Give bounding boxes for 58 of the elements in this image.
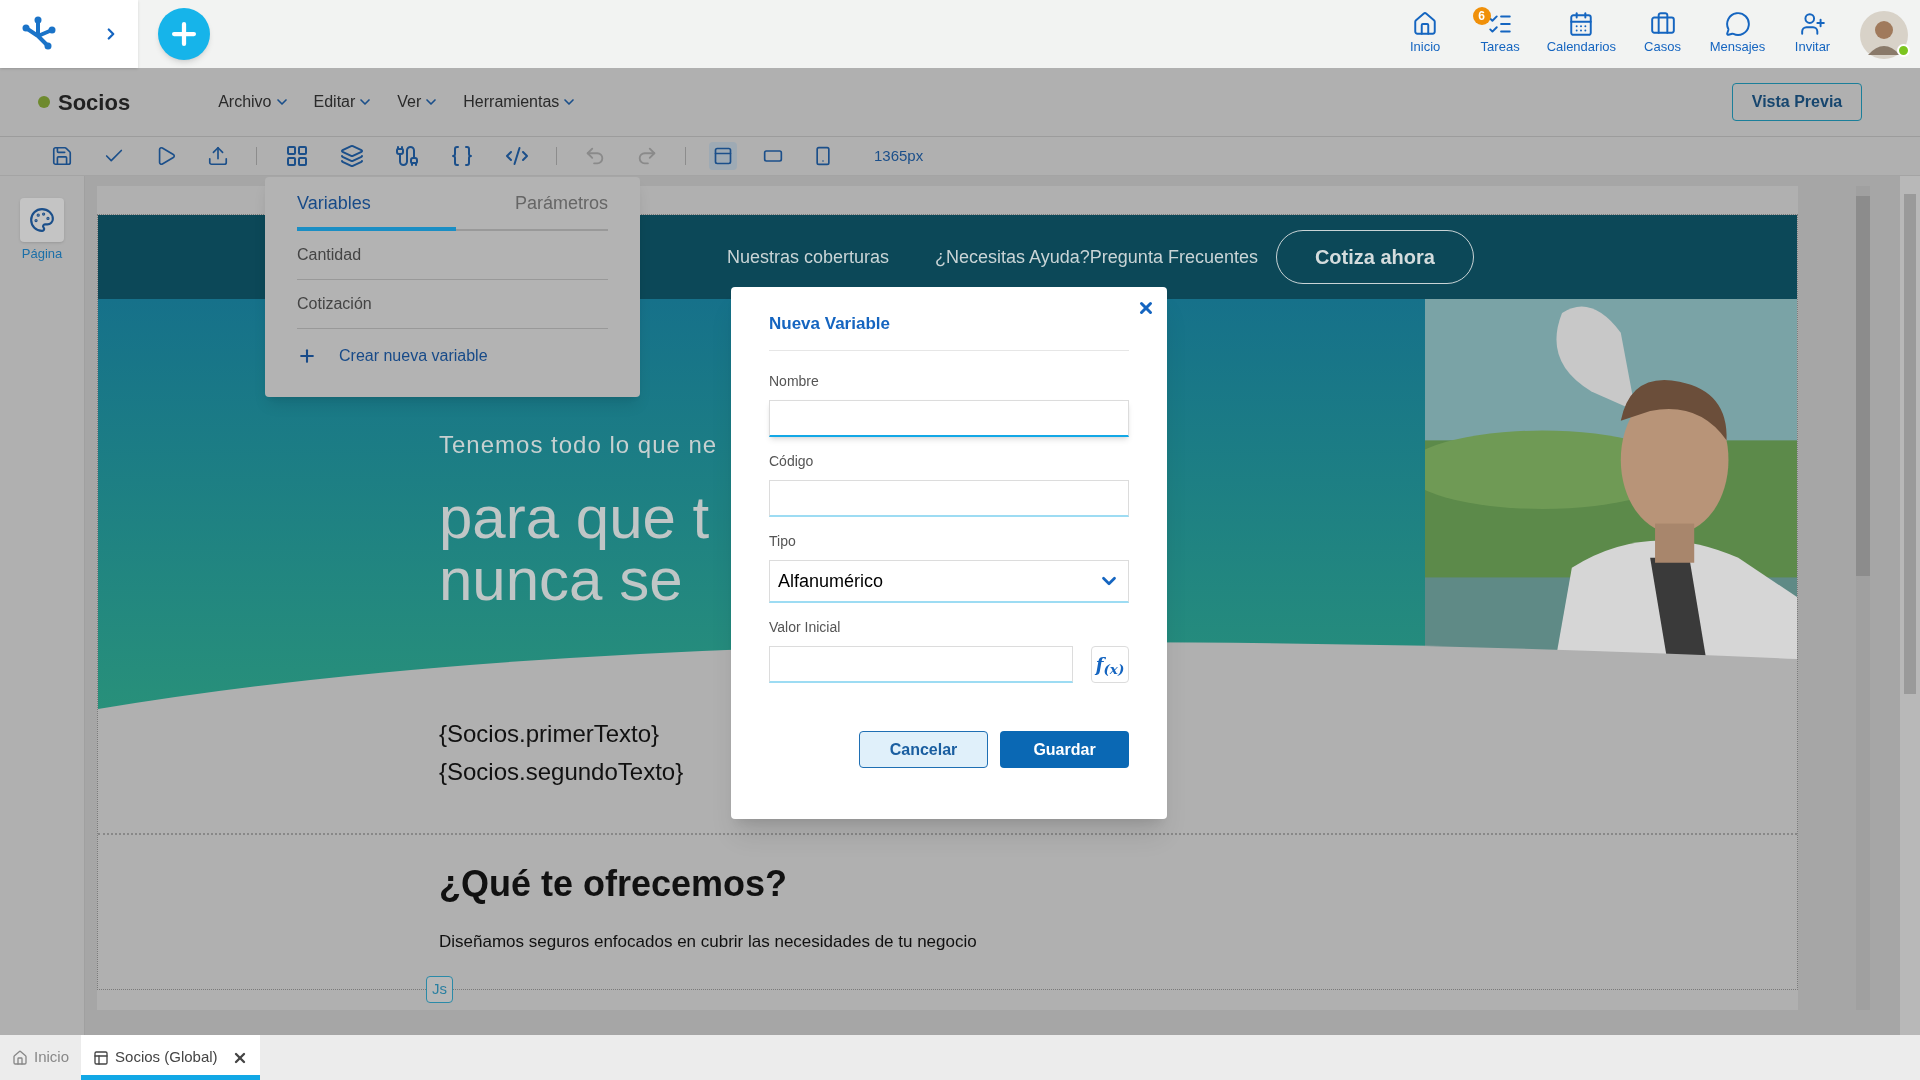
avatar[interactable]	[1860, 11, 1908, 59]
menu-item[interactable]: Herramientas	[463, 90, 578, 114]
document-title: Socios	[58, 88, 131, 117]
page-settings-button[interactable]	[20, 198, 64, 242]
home-icon	[1412, 10, 1439, 37]
field-label: Código	[769, 452, 815, 471]
document-tab[interactable]: Socios (Global)	[81, 1035, 260, 1080]
canvas-width: 1365px	[874, 145, 924, 166]
chat-bubble-icon	[1724, 10, 1751, 37]
count-badge: 6	[1472, 6, 1491, 25]
field-label: Valor Inicial	[769, 618, 842, 637]
field-label: Nombre	[769, 372, 820, 391]
field-label: Tipo	[769, 532, 797, 551]
site-nav-link[interactable]: Nuestras coberturas	[727, 243, 890, 271]
menu-item[interactable]: Ver	[397, 90, 440, 114]
dialog-title: Nueva Variable	[769, 312, 890, 335]
site-nav-link[interactable]: ¿Necesitas Ayuda?Pregunta Frecuentes	[935, 243, 1258, 271]
nav-item[interactable]: Mensajes	[1700, 10, 1775, 56]
page-scrollbar[interactable]	[1900, 176, 1920, 1035]
add-user-icon	[1799, 10, 1826, 37]
nav-item[interactable]: Invitar	[1775, 10, 1850, 56]
hero-title-line: nunca se	[439, 549, 683, 611]
create-variable-link[interactable]: Crear nueva variable	[297, 329, 488, 383]
save-button[interactable]: Guardar	[1000, 731, 1129, 768]
palette-icon	[29, 207, 55, 233]
canvas-scrollbar[interactable]	[1856, 186, 1870, 1010]
variable-item[interactable]: Cantidad	[297, 231, 608, 280]
desktop-view-icon[interactable]	[709, 142, 737, 170]
nav-item[interactable]: Inicio	[1387, 10, 1463, 56]
document-tab[interactable]: Inicio	[0, 1035, 82, 1080]
text-field[interactable]	[769, 480, 1129, 517]
home-icon	[12, 1049, 28, 1066]
calendar-icon	[1568, 10, 1595, 37]
variable-item[interactable]: Cotización	[297, 280, 608, 329]
menu-item[interactable]: Editar	[313, 90, 374, 114]
cancel-button[interactable]: Cancelar	[859, 731, 988, 768]
panel-tab[interactable]: Parámetros	[514, 190, 608, 231]
close-icon[interactable]	[1137, 299, 1155, 317]
template-token: {Socios.segundoTexto}	[439, 757, 684, 787]
briefcase-icon	[1649, 10, 1676, 37]
template-token: {Socios.primerTexto}	[439, 719, 660, 749]
type-dropdown[interactable]: Alfanumérico	[769, 560, 1129, 603]
formula-button[interactable]: f$_{(x)}$	[1091, 646, 1129, 683]
section-text: Diseñamos seguros enfocados en cubrir las necesidades de tu negocio	[439, 931, 977, 953]
section-heading: ¿Qué te ofrecemos?	[439, 862, 788, 906]
add-button[interactable]	[158, 8, 210, 60]
plus-icon	[297, 346, 317, 366]
nav-item[interactable]: Casos	[1625, 10, 1700, 56]
text-field[interactable]	[769, 400, 1129, 437]
preview-button[interactable]: Vista Previa	[1732, 83, 1862, 121]
panel-tab[interactable]: Variables	[297, 190, 456, 231]
page-icon	[93, 1049, 110, 1066]
initial-value-field[interactable]	[769, 646, 1073, 683]
nav-item[interactable]: Calendarios	[1537, 10, 1625, 56]
sidebar-label: Página	[21, 245, 63, 263]
menu-item[interactable]: Archivo	[218, 90, 290, 114]
hero-subtitle: Tenemos todo lo que ne	[439, 430, 718, 460]
hero-title-line: para que t	[439, 487, 710, 549]
